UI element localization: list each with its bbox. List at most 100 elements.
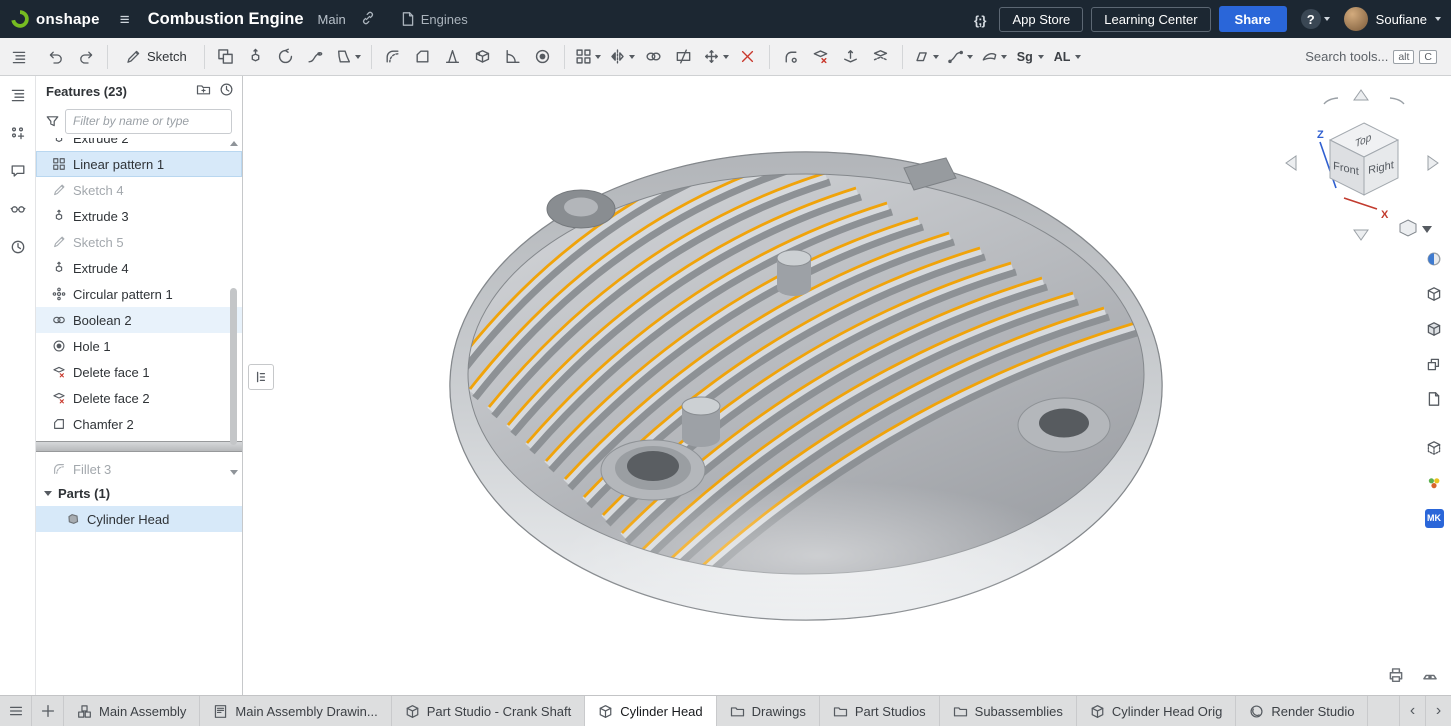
- insert-panel-button[interactable]: [5, 120, 31, 146]
- mirror-tool-button[interactable]: [606, 42, 638, 72]
- feature-item[interactable]: Sketch 5: [36, 229, 242, 255]
- app-store-button[interactable]: App Store: [999, 7, 1083, 32]
- feature-item[interactable]: Extrude 3: [36, 203, 242, 229]
- hole-tool-button[interactable]: [529, 42, 557, 72]
- learning-center-button[interactable]: Learning Center: [1091, 7, 1210, 32]
- document-tab[interactable]: Cylinder Head Orig: [1077, 696, 1237, 726]
- document-tab[interactable]: Main Assembly: [64, 696, 200, 726]
- document-tab[interactable]: Subassemblies: [940, 696, 1077, 726]
- document-tab[interactable]: Drawings: [717, 696, 820, 726]
- folder-plus-button[interactable]: [196, 82, 211, 100]
- feature-item[interactable]: Chamfer 2: [36, 411, 242, 437]
- featurescript-button[interactable]: {;}: [968, 7, 991, 32]
- document-tab[interactable]: Part Studio - Crank Shaft: [392, 696, 586, 726]
- feature-list-scrollbar[interactable]: [228, 138, 239, 478]
- delete-part-tool-button[interactable]: [734, 42, 762, 72]
- transform-tool-button[interactable]: [700, 42, 732, 72]
- al-tool-button[interactable]: AL: [1049, 42, 1085, 72]
- feature-item[interactable]: Extrude 4: [36, 255, 242, 281]
- feature-item[interactable]: Delete face 1: [36, 359, 242, 385]
- rotate-left-arrow[interactable]: [1286, 156, 1296, 170]
- rotate-up-arrow[interactable]: [1354, 90, 1368, 100]
- undo-button[interactable]: [42, 42, 70, 72]
- mk-button[interactable]: MK: [1421, 505, 1447, 531]
- copy-link-button[interactable]: [354, 6, 382, 33]
- parts-section-header[interactable]: Parts (1): [36, 480, 242, 506]
- feature-item[interactable]: Delete face 2: [36, 385, 242, 411]
- instances-button[interactable]: [1421, 351, 1447, 377]
- tab-manager-button[interactable]: [0, 696, 32, 726]
- comment-panel-button[interactable]: [5, 158, 31, 184]
- feature-item[interactable]: Boolean 2: [36, 307, 242, 333]
- document-tab[interactable]: Cylinder Head: [585, 696, 716, 726]
- modify-fillet-tool-button[interactable]: [777, 42, 805, 72]
- view-cube[interactable]: Z X Top Front Right: [1284, 88, 1444, 248]
- document-tab[interactable]: Render Studio: [1236, 696, 1368, 726]
- main-menu-button[interactable]: ≡: [114, 7, 136, 32]
- projection-menu-button[interactable]: [1400, 220, 1432, 236]
- split-tool-button[interactable]: [670, 42, 698, 72]
- feature-item[interactable]: Fillet 3: [36, 456, 242, 478]
- rotate-down-arrow[interactable]: [1354, 230, 1368, 240]
- boolean-tool-button[interactable]: [640, 42, 668, 72]
- toggle-panels-button[interactable]: [5, 43, 33, 71]
- rib-tool-button[interactable]: [499, 42, 527, 72]
- history-button[interactable]: [219, 82, 234, 100]
- section-view-button[interactable]: [1421, 435, 1447, 461]
- history-panel-button[interactable]: [5, 234, 31, 260]
- help-menu-button[interactable]: ?: [1295, 5, 1336, 33]
- roll-cw-icon[interactable]: [1390, 98, 1404, 104]
- add-tab-button[interactable]: [32, 696, 64, 726]
- curve-tool-button[interactable]: [944, 42, 976, 72]
- revolve-tool-button[interactable]: [272, 42, 300, 72]
- folder-breadcrumb[interactable]: Engines: [400, 11, 468, 27]
- rotate-right-arrow[interactable]: [1428, 156, 1438, 170]
- scroll-down-icon[interactable]: [230, 470, 238, 475]
- feature-filter-input[interactable]: [65, 109, 232, 134]
- extrude-tool-button[interactable]: [242, 42, 270, 72]
- feature-item[interactable]: Extrude 2: [36, 138, 242, 151]
- roll-ccw-icon[interactable]: [1324, 98, 1338, 104]
- sketch-button[interactable]: Sketch: [115, 42, 197, 72]
- search-tools[interactable]: Search tools... alt C: [1305, 49, 1443, 64]
- sweep-tool-button[interactable]: [302, 42, 330, 72]
- move-face-tool-button[interactable]: [837, 42, 865, 72]
- shell-tool-button[interactable]: [469, 42, 497, 72]
- document-tab[interactable]: Part Studios: [820, 696, 940, 726]
- model-3d[interactable]: [244, 76, 1451, 695]
- feature-list-panel-button[interactable]: [5, 82, 31, 108]
- loft-tool-button[interactable]: [332, 42, 364, 72]
- scrollbar-thumb[interactable]: [230, 288, 237, 445]
- appearance-button[interactable]: [1421, 246, 1447, 272]
- documentation-button[interactable]: [1421, 386, 1447, 412]
- render-mode-button[interactable]: [1421, 316, 1447, 342]
- plane-tool-button[interactable]: [910, 42, 942, 72]
- feature-item[interactable]: Circular pattern 1: [36, 281, 242, 307]
- display-states-button[interactable]: [1421, 281, 1447, 307]
- redo-button[interactable]: [72, 42, 100, 72]
- printer-button[interactable]: [1387, 666, 1405, 687]
- onshape-logo[interactable]: onshape: [10, 9, 100, 29]
- copy-tool-button[interactable]: [212, 42, 240, 72]
- sg-tool-button[interactable]: Sg: [1012, 42, 1047, 72]
- delete-face-tool-button[interactable]: [807, 42, 835, 72]
- share-button[interactable]: Share: [1219, 6, 1287, 32]
- surface-tool-button[interactable]: [978, 42, 1010, 72]
- chamfer-tool-button[interactable]: [409, 42, 437, 72]
- selection-filters-handle[interactable]: [248, 364, 274, 390]
- fillet-tool-button[interactable]: [379, 42, 407, 72]
- replace-face-tool-button[interactable]: [867, 42, 895, 72]
- learning-panel-button[interactable]: [5, 196, 31, 222]
- document-tab[interactable]: Main Assembly Drawin...: [200, 696, 391, 726]
- feature-item[interactable]: Linear pattern 1: [36, 151, 242, 177]
- scroll-tabs-right-button[interactable]: ›: [1425, 696, 1451, 726]
- feature-item[interactable]: Hole 1: [36, 333, 242, 359]
- workspace-name[interactable]: Main: [318, 12, 346, 27]
- draft-tool-button[interactable]: [439, 42, 467, 72]
- part-item[interactable]: Cylinder Head: [36, 506, 242, 532]
- linear-pattern-tool-button[interactable]: [572, 42, 604, 72]
- graphics-area[interactable]: Z X Top Front Right MK: [244, 76, 1451, 695]
- scroll-up-icon[interactable]: [230, 141, 238, 146]
- level-button[interactable]: [1421, 666, 1439, 687]
- feature-item[interactable]: Sketch 4: [36, 177, 242, 203]
